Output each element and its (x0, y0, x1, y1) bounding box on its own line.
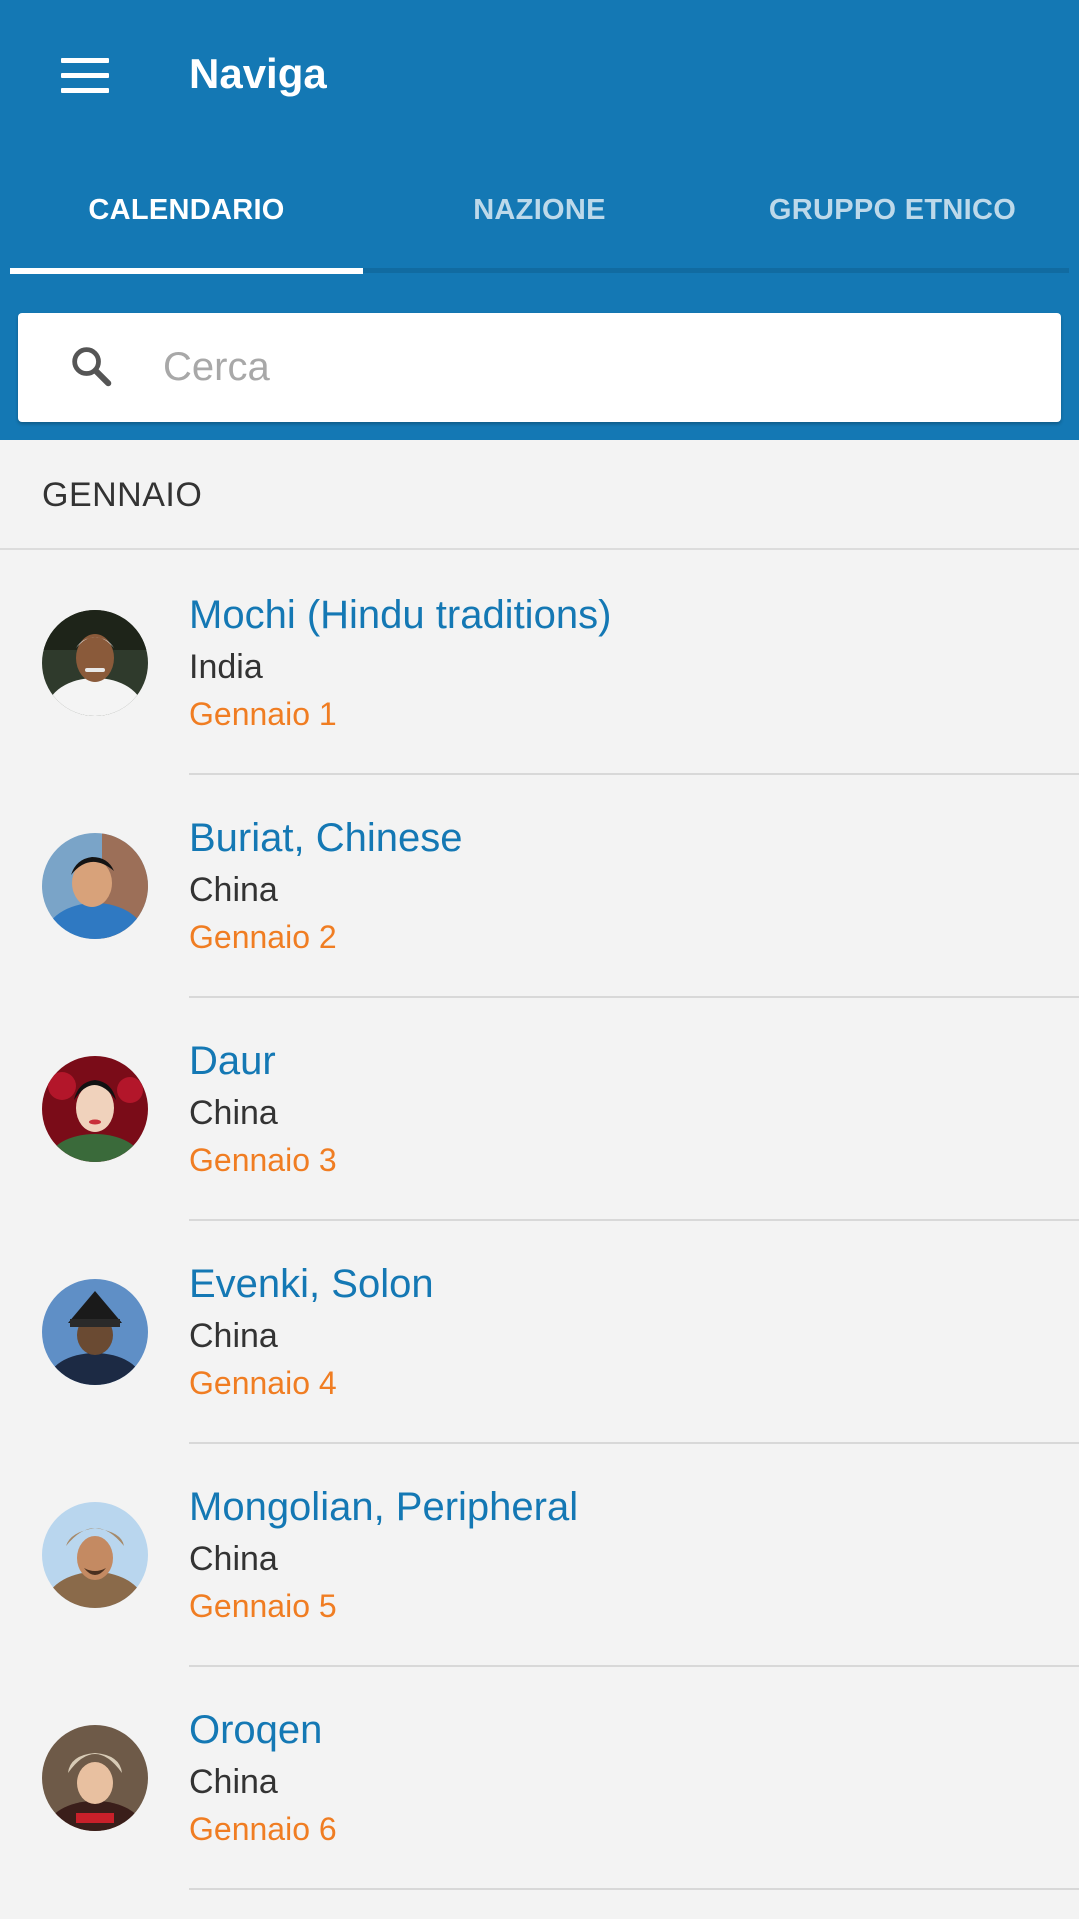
item-country: India (189, 648, 263, 686)
item-date: Gennaio 6 (189, 1811, 337, 1847)
item-name: Evenki, Solon (189, 1262, 434, 1306)
item-country: China (189, 871, 278, 909)
item-date: Gennaio 2 (189, 919, 337, 955)
active-tab-indicator (10, 268, 363, 274)
list-item[interactable]: Oroqen China Gennaio 6 (0, 1667, 1079, 1890)
tab-gruppo-etnico[interactable]: GRUPPO ETNICO (716, 150, 1069, 270)
avatar (42, 1279, 148, 1385)
item-date: Gennaio 1 (189, 696, 337, 732)
avatar (42, 610, 148, 716)
item-name: Oroqen (189, 1708, 323, 1752)
hamburger-menu-icon[interactable] (40, 30, 130, 120)
item-country: China (189, 1540, 278, 1578)
list-item[interactable]: Evenki, Solon China Gennaio 4 (0, 1221, 1079, 1444)
avatar (42, 1502, 148, 1608)
item-name: Mongolian, Peripheral (189, 1485, 579, 1529)
list-item[interactable]: Daur China Gennaio 3 (0, 998, 1079, 1221)
app-bar: Naviga CALENDARIO NAZIONE GRUPPO ETNICO (0, 0, 1079, 440)
item-date: Gennaio 5 (189, 1588, 337, 1624)
tab-calendario[interactable]: CALENDARIO (10, 150, 363, 270)
toolbar: Naviga (0, 0, 1079, 150)
avatar (42, 1725, 148, 1831)
section-header: GENNAIO (0, 440, 1079, 550)
item-country: China (189, 1094, 278, 1132)
people-group-list: Mochi (Hindu traditions) India Gennaio 1… (0, 552, 1079, 1890)
item-date: Gennaio 3 (189, 1142, 337, 1178)
page-title: Naviga (189, 50, 327, 97)
list-item[interactable]: Mongolian, Peripheral China Gennaio 5 (0, 1444, 1079, 1667)
avatar (42, 833, 148, 939)
item-name: Mochi (Hindu traditions) (189, 593, 612, 637)
search-input[interactable] (163, 313, 1023, 422)
search-icon (72, 347, 112, 387)
tab-nazione[interactable]: NAZIONE (363, 150, 716, 270)
avatar (42, 1056, 148, 1162)
item-name: Buriat, Chinese (189, 816, 463, 860)
divider (189, 1888, 1079, 1890)
list-item[interactable]: Buriat, Chinese China Gennaio 2 (0, 775, 1079, 998)
list-item[interactable]: Mochi (Hindu traditions) India Gennaio 1 (0, 552, 1079, 775)
item-country: China (189, 1763, 278, 1801)
item-date: Gennaio 4 (189, 1365, 337, 1401)
section-header-label: GENNAIO (42, 476, 203, 514)
item-name: Daur (189, 1039, 276, 1083)
item-country: China (189, 1317, 278, 1355)
tab-bar: CALENDARIO NAZIONE GRUPPO ETNICO (10, 150, 1069, 274)
search-bar (18, 313, 1061, 422)
